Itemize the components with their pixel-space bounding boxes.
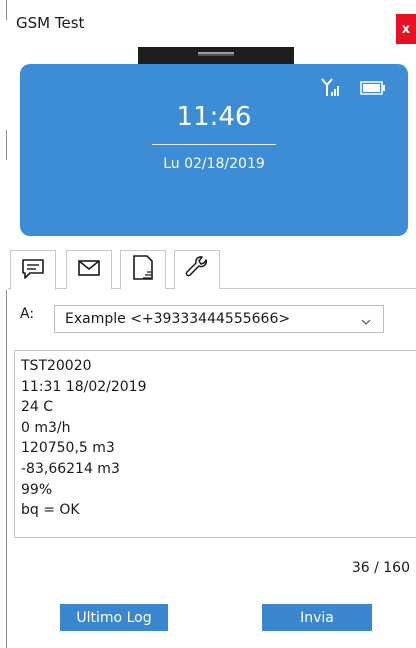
recipient-select[interactable]: Example <+39333444555666>	[54, 305, 384, 333]
message-line: 11:31 18/02/2019	[21, 378, 147, 395]
window-title: GSM Test	[16, 14, 85, 32]
message-textarea[interactable]: TST20020 11:31 18/02/2019 24 C 0 m3/h 12…	[14, 350, 416, 538]
last-log-button[interactable]: Ultimo Log	[60, 604, 168, 631]
clock-time: 11:46	[176, 102, 252, 132]
chevron-down-icon	[361, 312, 371, 331]
battery-icon	[360, 80, 386, 99]
message-line: -83,66214 m3	[21, 460, 120, 477]
divider	[152, 144, 276, 145]
message-line: 120750,5 m3	[21, 440, 115, 457]
message-icon	[22, 258, 44, 283]
recipient-value: Example <+39333444555666>	[65, 311, 291, 327]
recipient-label: A:	[20, 306, 35, 322]
tab-mail[interactable]	[66, 250, 112, 289]
close-button[interactable]: x	[396, 14, 416, 44]
message-line: 99%	[21, 481, 53, 498]
clock-date: Lu 02/18/2019	[163, 156, 265, 172]
sim-card-icon	[132, 255, 154, 285]
wrench-icon	[185, 256, 209, 284]
signal-antenna-icon	[320, 77, 340, 101]
tab-settings[interactable]	[174, 250, 220, 289]
drag-handle[interactable]	[138, 47, 294, 65]
message-line: TST20020	[21, 358, 92, 374]
tab-sim[interactable]	[120, 250, 166, 289]
message-line: 24 C	[21, 399, 54, 416]
tab-message[interactable]	[10, 250, 56, 290]
character-counter: 36 / 160	[351, 560, 410, 576]
send-button[interactable]: Invia	[262, 604, 372, 631]
envelope-icon	[78, 260, 100, 280]
message-line: bq = OK	[21, 502, 80, 519]
phone-status-panel: 11:46 Lu 02/18/2019	[20, 64, 408, 236]
message-line: 0 m3/h	[21, 419, 71, 436]
window-edge	[6, 0, 7, 20]
window-edge	[6, 290, 7, 648]
window-edge	[6, 130, 7, 160]
